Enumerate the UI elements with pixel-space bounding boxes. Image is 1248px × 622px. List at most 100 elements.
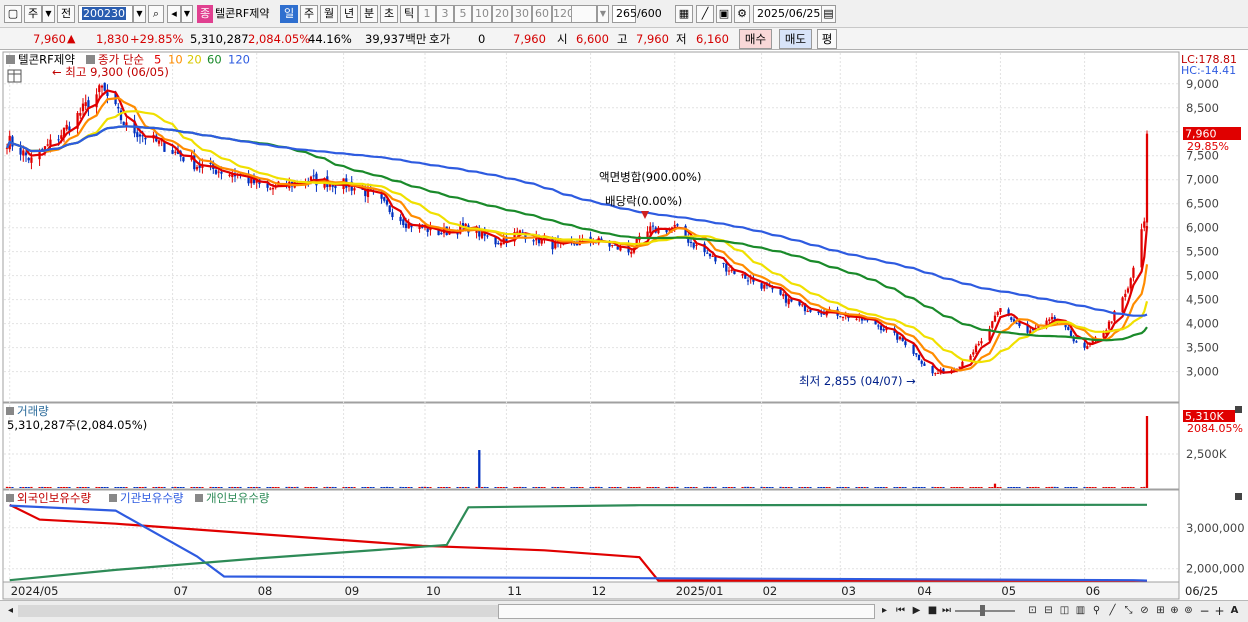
scroll-right-icon[interactable]: ▸ xyxy=(878,604,891,618)
tool-icon[interactable]: ╱ xyxy=(1106,604,1119,618)
chevron-down-icon[interactable]: ▼ xyxy=(597,5,609,23)
calendar-icon[interactable]: ▤ xyxy=(821,5,836,23)
volume-bar xyxy=(915,487,918,488)
volume-bar xyxy=(1088,487,1092,488)
zoom-out-icon[interactable]: − xyxy=(1198,604,1211,618)
volume-bar xyxy=(1140,487,1143,488)
period-tab[interactable]: 일 xyxy=(280,5,298,23)
period-tab[interactable]: 주 xyxy=(300,5,318,23)
volume-bar xyxy=(364,487,367,488)
candle-body xyxy=(228,174,231,177)
gear-icon[interactable]: ⚙ xyxy=(734,5,750,23)
turnover-pct: 44.16% xyxy=(308,32,352,46)
interval-tab[interactable]: 30 xyxy=(512,5,532,23)
font-size-icon[interactable]: A xyxy=(1228,604,1241,618)
chevron-down-icon[interactable]: ▼ xyxy=(181,5,193,23)
volume-bar xyxy=(1037,487,1040,488)
search-icon[interactable]: ⌕ xyxy=(148,5,164,23)
scroll-thumb[interactable] xyxy=(498,604,875,619)
volume-bar xyxy=(228,487,231,488)
volume-bar xyxy=(1050,486,1054,488)
scroll-left-icon[interactable]: ◂ xyxy=(4,604,17,618)
save-icon[interactable]: ▣ xyxy=(716,5,732,23)
blank-select[interactable] xyxy=(571,5,597,23)
interval-tab[interactable]: 20 xyxy=(492,5,512,23)
legend-marker xyxy=(86,55,95,64)
candle-body xyxy=(383,197,386,201)
panel-close-icon[interactable] xyxy=(1235,406,1242,413)
volume-bar xyxy=(475,486,478,488)
period-tab[interactable]: 월 xyxy=(320,5,338,23)
candle-body xyxy=(138,134,142,137)
volume-bar xyxy=(1007,487,1010,488)
volume-bar xyxy=(651,486,655,488)
volume-bar xyxy=(1029,487,1032,488)
period-tab[interactable]: 분 xyxy=(360,5,378,23)
rewind-icon[interactable]: ⏮ xyxy=(894,604,907,618)
volume-bar xyxy=(730,487,733,488)
holdings-axis-tick: 3,000,000 xyxy=(1186,521,1245,535)
period-tab[interactable]: 년 xyxy=(340,5,358,23)
volume-bar xyxy=(49,486,52,488)
interval-tab[interactable]: 1 xyxy=(418,5,436,23)
zoom-slider[interactable] xyxy=(955,610,1015,612)
scroll-track[interactable] xyxy=(18,605,498,617)
prev-button[interactable]: 전 xyxy=(57,5,75,23)
panel-close-icon[interactable] xyxy=(1235,493,1242,500)
zoom-in-icon[interactable]: + xyxy=(1213,604,1226,618)
volume-bar xyxy=(882,487,885,488)
tool-icon[interactable]: ⤡ xyxy=(1122,604,1135,618)
zoom-slider-handle[interactable] xyxy=(980,605,985,616)
candle-body xyxy=(516,231,519,233)
volume-bar xyxy=(936,487,940,488)
eval-button[interactable]: 평 xyxy=(817,29,837,49)
volume-bar xyxy=(535,487,538,488)
tool-icon[interactable]: ⊕ xyxy=(1168,604,1181,618)
interval-tab[interactable]: 5 xyxy=(454,5,472,23)
volume-bar xyxy=(152,487,155,488)
window-icon[interactable]: ▢ xyxy=(4,5,22,23)
price-axis-tick: 4,500 xyxy=(1186,293,1219,307)
tool-icon[interactable]: ⊟ xyxy=(1042,604,1055,618)
forward-icon[interactable]: ⏭ xyxy=(940,604,953,618)
volume-bar xyxy=(499,487,503,488)
date-input[interactable]: 2025/06/25 xyxy=(753,5,823,23)
stop-icon[interactable]: ■ xyxy=(926,604,939,618)
period-tab[interactable]: 틱 xyxy=(400,5,418,23)
interval-tab[interactable]: 60 xyxy=(532,5,552,23)
tool-icon[interactable]: ◫ xyxy=(1058,604,1071,618)
period-tab[interactable]: 초 xyxy=(380,5,398,23)
interval-tab[interactable]: 10 xyxy=(472,5,492,23)
candle-icon[interactable]: ▦ xyxy=(675,5,693,23)
play-icon[interactable]: ▶ xyxy=(910,604,923,618)
x-axis-tick: 02 xyxy=(763,584,778,598)
volume-bar xyxy=(233,487,237,488)
tool-icon[interactable]: ⊡ xyxy=(1026,604,1039,618)
volume-bar xyxy=(369,487,372,488)
volume-bar xyxy=(993,483,997,488)
volume-bar xyxy=(274,487,277,488)
volume-bar xyxy=(1126,487,1130,488)
volume-bar xyxy=(236,487,239,488)
chevron-down-icon[interactable]: ▼ xyxy=(133,5,146,23)
volume-bar xyxy=(106,487,109,488)
candle-body xyxy=(385,200,389,205)
volume-bar xyxy=(1094,487,1097,488)
speaker-icon[interactable]: ◂ xyxy=(167,5,181,23)
interval-tab[interactable]: 3 xyxy=(436,5,454,23)
tool-icon[interactable]: ▥ xyxy=(1074,604,1087,618)
tool-icon[interactable]: ⚲ xyxy=(1090,604,1103,618)
count-input[interactable]: 265 xyxy=(612,5,637,23)
event-label-split: 액면병합(900.00%) xyxy=(599,170,701,184)
period-select[interactable]: 주 xyxy=(24,5,42,23)
chevron-down-icon[interactable]: ▼ xyxy=(42,5,55,23)
tool-icon[interactable]: ⊞ xyxy=(1154,604,1167,618)
tool-icon[interactable]: ⊘ xyxy=(1138,604,1151,618)
buy-button[interactable]: 매수 xyxy=(739,29,772,49)
candle-body xyxy=(312,175,315,177)
tool-icon[interactable]: ⊚ xyxy=(1182,604,1195,618)
stock-code-input[interactable]: 200230 xyxy=(78,5,133,23)
sell-button[interactable]: 매도 xyxy=(779,29,812,49)
chart-area[interactable]: 3,000 3,500 4,000 4,500 5,000 5,500 6,000 6,500… xyxy=(0,50,1248,600)
line-tool-icon[interactable]: ╱ xyxy=(696,5,714,23)
